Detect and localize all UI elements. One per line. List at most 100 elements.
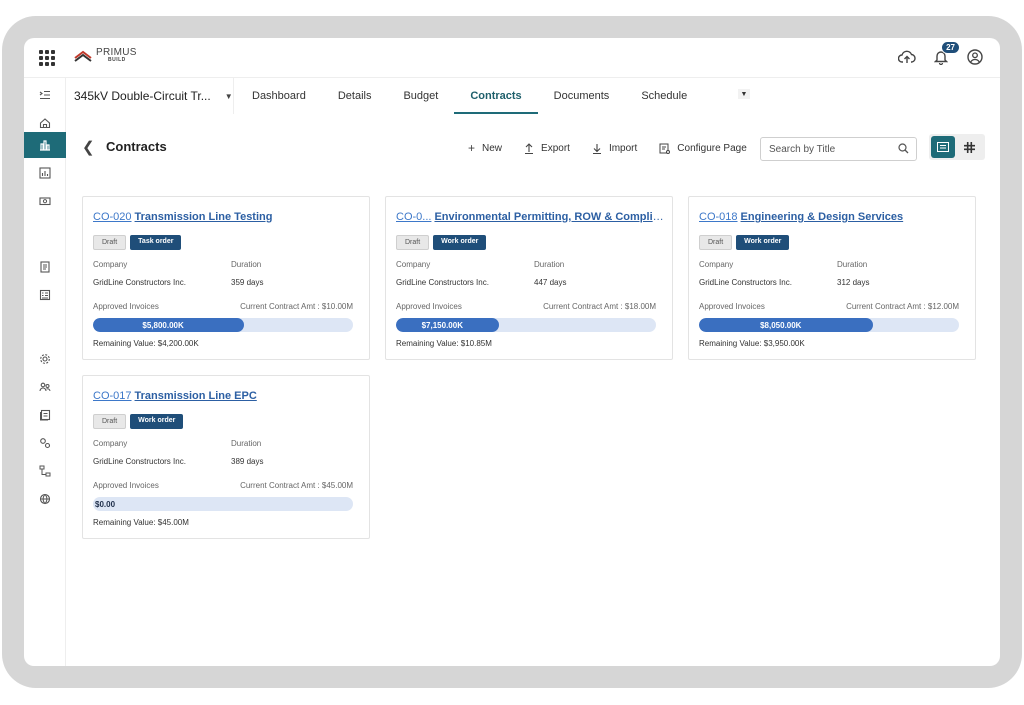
sidebar-item-documents[interactable]: [24, 254, 66, 280]
upload-icon: [525, 142, 534, 154]
sidebar-item-configuration[interactable]: [24, 430, 66, 456]
remaining-value: Remaining Value: $10.85M: [396, 339, 492, 348]
current-contract-amount: Current Contract Amt : $45.00M: [240, 481, 353, 490]
approved-invoices-progress: $7,150.00K: [396, 318, 656, 332]
approved-invoices-progress: $8,050.00K: [699, 318, 959, 332]
contract-name[interactable]: Transmission Line EPC: [135, 390, 257, 402]
type-badge: Work order: [736, 235, 790, 250]
notifications-bell-icon[interactable]: 27: [930, 41, 960, 68]
download-icon: [592, 143, 601, 154]
contract-name[interactable]: Environmental Permitting, ROW & Complian…: [434, 211, 664, 223]
approved-invoices-label: Approved Invoices: [93, 302, 159, 311]
contract-name[interactable]: Transmission Line Testing: [135, 211, 273, 223]
checklist-icon: [39, 289, 51, 301]
contract-card[interactable]: CO-0... Environmental Permitting, ROW & C…: [385, 196, 673, 360]
type-badge: Task order: [130, 235, 182, 250]
contract-card[interactable]: CO-020 Transmission Line Testing Draft Ta…: [82, 196, 370, 360]
contract-card[interactable]: CO-017 Transmission Line EPC Draft Work o…: [82, 375, 370, 539]
logo: PRIMUS BUILD: [74, 48, 137, 63]
search-icon[interactable]: [898, 143, 909, 154]
company-label: Company: [396, 260, 431, 269]
toolbar: + New Export Import Configure Page: [468, 141, 747, 155]
back-arrow-icon[interactable]: ❮: [82, 138, 95, 156]
chevron-down-icon: ▼: [224, 91, 233, 101]
configure-icon: [659, 143, 671, 154]
company-label: Company: [93, 260, 128, 269]
notification-count-badge: 27: [941, 41, 960, 54]
sidebar-item-integrations[interactable]: [24, 486, 66, 512]
grid-view-button[interactable]: [957, 136, 981, 158]
approved-amount: $5,800.00K: [142, 321, 184, 330]
status-badge: Draft: [93, 414, 127, 429]
project-tabs: Dashboard Details Budget Contracts Docum…: [236, 78, 703, 114]
current-contract-amount: Current Contract Amt : $10.00M: [240, 302, 353, 311]
company-label: Company: [93, 439, 128, 448]
remaining-value: Remaining Value: $3,950.00K: [699, 339, 805, 348]
users-icon: [39, 382, 51, 392]
sidebar-item-workflow[interactable]: [24, 458, 66, 484]
configure-page-button[interactable]: Configure Page: [659, 143, 747, 154]
app-launcher-icon[interactable]: [39, 50, 55, 66]
remaining-value: Remaining Value: $45.00M: [93, 518, 189, 527]
card-view-button[interactable]: [931, 136, 955, 158]
sidebar-item-reports[interactable]: [24, 160, 66, 186]
approved-invoices-label: Approved Invoices: [93, 481, 159, 490]
search-input[interactable]: [769, 138, 899, 160]
current-contract-amount: Current Contract Amt : $12.00M: [846, 302, 959, 311]
contract-code[interactable]: CO-020: [93, 211, 132, 223]
tab-documents[interactable]: Documents: [538, 78, 626, 114]
sidebar-item-checklist[interactable]: [24, 282, 66, 308]
status-badge: Draft: [699, 235, 733, 250]
contract-title-link[interactable]: CO-0... Environmental Permitting, ROW & C…: [396, 211, 664, 223]
plus-icon: +: [468, 141, 476, 155]
project-selector[interactable]: 345kV Double-Circuit Tr... ▼: [74, 78, 234, 114]
cloud-upload-icon[interactable]: [896, 46, 918, 68]
approved-invoices-label: Approved Invoices: [699, 302, 765, 311]
sidebar-item-forms[interactable]: [24, 402, 66, 428]
duration-value: 359 days: [231, 278, 264, 287]
duration-value: 389 days: [231, 457, 264, 466]
gears-icon: [40, 438, 51, 449]
tab-budget[interactable]: Budget: [387, 78, 454, 114]
workflow-icon: [39, 465, 51, 477]
new-button[interactable]: + New: [468, 141, 502, 155]
contract-title-link[interactable]: CO-017 Transmission Line EPC: [93, 390, 361, 402]
sidebar-item-finance[interactable]: [24, 188, 66, 214]
sidebar-collapse-icon[interactable]: [24, 82, 66, 108]
contract-title-link[interactable]: CO-018 Engineering & Design Services: [699, 211, 967, 223]
current-contract-amount: Current Contract Amt : $18.00M: [543, 302, 656, 311]
gear-icon: [40, 354, 50, 364]
contract-name[interactable]: Engineering & Design Services: [741, 211, 904, 223]
status-badge: Draft: [396, 235, 430, 250]
logo-mark-icon: [74, 50, 92, 62]
grid-view-icon: [963, 141, 975, 153]
approved-amount: $8,050.00K: [760, 321, 802, 330]
forms-icon: [40, 409, 51, 421]
duration-label: Duration: [837, 260, 868, 269]
tab-contracts[interactable]: Contracts: [454, 78, 539, 114]
contract-card[interactable]: CO-018 Engineering & Design Services Draf…: [688, 196, 976, 360]
company-value: GridLine Constructors Inc.: [93, 457, 186, 466]
tab-details[interactable]: Details: [322, 78, 388, 114]
contract-title-link[interactable]: CO-020 Transmission Line Testing: [93, 211, 361, 223]
globe-icon: [39, 493, 51, 505]
sidebar: [24, 78, 66, 666]
import-button[interactable]: Import: [592, 143, 637, 154]
more-tabs-dropdown-icon[interactable]: ▼: [738, 89, 750, 99]
sidebar-item-projects[interactable]: [24, 132, 66, 158]
tab-dashboard[interactable]: Dashboard: [236, 78, 322, 114]
chart-icon: [39, 167, 51, 179]
approved-invoices-label: Approved Invoices: [396, 302, 462, 311]
contract-code[interactable]: CO-0...: [396, 211, 431, 223]
type-badge: Work order: [433, 235, 487, 250]
tab-schedule[interactable]: Schedule: [625, 78, 703, 114]
user-avatar-icon[interactable]: [964, 46, 986, 68]
sidebar-item-users[interactable]: [24, 374, 66, 400]
duration-label: Duration: [231, 260, 262, 269]
contract-code[interactable]: CO-018: [699, 211, 738, 223]
contract-code[interactable]: CO-017: [93, 390, 132, 402]
export-button[interactable]: Export: [524, 143, 570, 154]
approved-amount: $0.00: [95, 500, 116, 509]
sidebar-item-settings[interactable]: [24, 346, 66, 372]
duration-label: Duration: [534, 260, 565, 269]
